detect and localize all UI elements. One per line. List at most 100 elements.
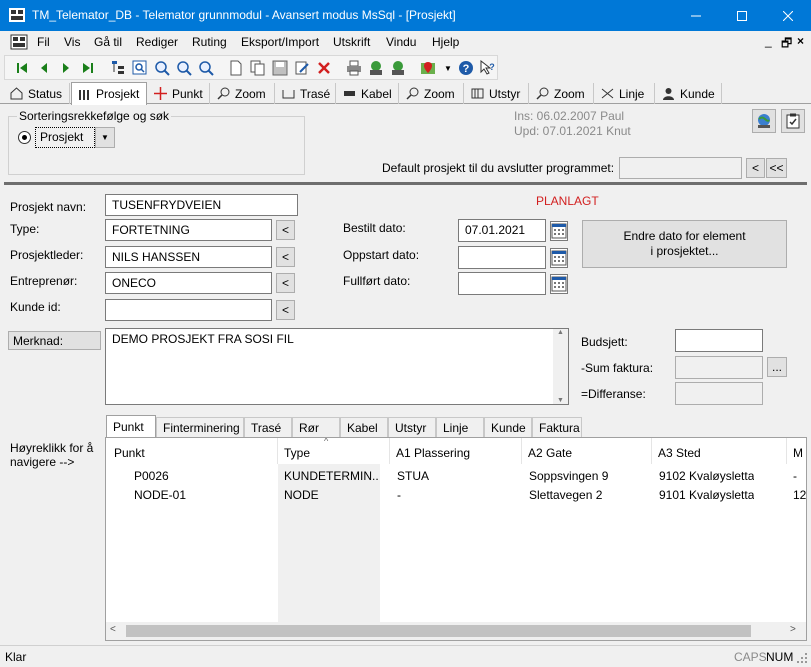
grid-scroll-thumb[interactable]: [126, 625, 751, 637]
row2-type[interactable]: NODE: [284, 488, 378, 502]
column-header-a2[interactable]: A2 Gate: [522, 438, 652, 464]
remark-button[interactable]: Merknad:: [8, 331, 101, 350]
report-button[interactable]: [367, 59, 385, 77]
column-header-type[interactable]: Type: [278, 438, 390, 464]
leader-field[interactable]: NILS HANSSEN: [105, 246, 272, 268]
remark-scrollbar[interactable]: ▲ ▼: [553, 329, 568, 404]
tab-zoom-punkt[interactable]: Zoom: [211, 83, 275, 104]
last-record-button[interactable]: [79, 59, 97, 77]
map-dropdown-button[interactable]: ▼: [439, 59, 457, 77]
data-tab-trase[interactable]: Trasé: [244, 417, 292, 437]
tab-utstyr[interactable]: Utstyr: [465, 83, 529, 104]
menu-rediger[interactable]: Rediger: [136, 35, 178, 49]
zoom-in-button[interactable]: [153, 59, 171, 77]
data-tab-kabel[interactable]: Kabel: [340, 417, 388, 437]
map-button[interactable]: [419, 59, 437, 77]
column-header-punkt[interactable]: Punkt: [108, 438, 278, 464]
ordered-date-field[interactable]: 07.01.2021: [458, 219, 546, 242]
sort-dropdown-button[interactable]: ▼: [95, 127, 115, 148]
zoom-button[interactable]: [175, 59, 193, 77]
row2-a2[interactable]: Slettavegen 2: [529, 488, 602, 502]
row2-a1[interactable]: -: [397, 488, 401, 502]
start-date-field[interactable]: [458, 246, 546, 269]
customer-lookup-button[interactable]: <: [276, 300, 295, 320]
row2-punkt[interactable]: NODE-01: [134, 488, 186, 502]
type-lookup-button[interactable]: <: [276, 220, 295, 240]
tab-status[interactable]: Status: [4, 83, 70, 104]
save-button[interactable]: [271, 59, 289, 77]
tab-prosjekt[interactable]: Prosjekt: [71, 82, 147, 105]
previous-record-button[interactable]: [35, 59, 53, 77]
scroll-right-icon[interactable]: >: [790, 624, 796, 635]
mdi-close-button[interactable]: ×: [797, 34, 804, 48]
column-header-a1[interactable]: A1 Plassering: [390, 438, 522, 464]
data-tab-faktura[interactable]: Faktura: [532, 417, 582, 437]
start-date-calendar-button[interactable]: [550, 248, 568, 268]
row1-punkt[interactable]: P0026: [134, 469, 169, 483]
grid-horizontal-scrollbar[interactable]: < >: [106, 622, 806, 640]
column-header-m[interactable]: M: [787, 438, 806, 464]
column-header-a3[interactable]: A3 Sted: [652, 438, 787, 464]
contractor-lookup-button[interactable]: <: [276, 273, 295, 293]
menu-vindu[interactable]: Vindu: [386, 35, 416, 49]
menu-hjelp[interactable]: Hjelp: [432, 35, 459, 49]
type-field[interactable]: FORTETNING: [105, 219, 272, 241]
customer-id-field[interactable]: [105, 299, 272, 321]
edit-button[interactable]: [293, 59, 311, 77]
mdi-minimize-button[interactable]: _: [765, 34, 772, 48]
row1-a2[interactable]: Soppsvingen 9: [529, 469, 608, 483]
default-project-first-button[interactable]: <<: [766, 158, 787, 178]
data-tab-finterminering[interactable]: Finterminering: [156, 417, 244, 437]
data-tab-utstyr[interactable]: Utstyr: [388, 417, 436, 437]
menu-vis[interactable]: Vis: [64, 35, 80, 49]
tab-zoom-utstyr[interactable]: Zoom: [530, 83, 594, 104]
sort-radio-prosjekt[interactable]: [18, 131, 31, 144]
tab-kabel[interactable]: Kabel: [337, 83, 399, 104]
checklist-button[interactable]: [781, 109, 805, 133]
change-element-date-button[interactable]: Endre dato for element i prosjektet...: [582, 220, 787, 268]
help-button[interactable]: ?: [457, 59, 475, 77]
row1-type[interactable]: KUNDETERMIN...: [284, 469, 378, 483]
tab-linje[interactable]: Linje: [595, 83, 655, 104]
done-date-calendar-button[interactable]: [550, 274, 568, 294]
tab-trase[interactable]: Trasé: [276, 83, 336, 104]
zoom-out-button[interactable]: [197, 59, 215, 77]
tab-zoom-kabel[interactable]: Zoom: [400, 83, 464, 104]
row1-m[interactable]: -: [793, 469, 797, 483]
data-tab-punkt[interactable]: Punkt: [106, 415, 156, 438]
data-tab-linje[interactable]: Linje: [436, 417, 484, 437]
report-2-button[interactable]: [389, 59, 407, 77]
document-menu-icon[interactable]: [10, 34, 28, 50]
done-date-field[interactable]: [458, 272, 546, 295]
menu-ruting[interactable]: Ruting: [192, 35, 227, 49]
row1-a3[interactable]: 9102 Kvaløysletta: [659, 469, 754, 483]
maximize-button[interactable]: [719, 0, 765, 31]
default-project-prev-button[interactable]: <: [746, 158, 765, 178]
minimize-button[interactable]: [673, 0, 719, 31]
data-tab-ror[interactable]: Rør: [292, 417, 340, 437]
new-button[interactable]: [227, 59, 245, 77]
context-help-button[interactable]: ?: [479, 59, 497, 77]
resize-grip-icon[interactable]: [796, 652, 808, 664]
invoice-details-button[interactable]: ...: [767, 357, 787, 377]
first-record-button[interactable]: [13, 59, 31, 77]
copy-button[interactable]: [249, 59, 267, 77]
project-name-field[interactable]: TUSENFRYDVEIEN: [105, 194, 298, 216]
leader-lookup-button[interactable]: <: [276, 247, 295, 267]
row2-a3[interactable]: 9101 Kvaløysletta: [659, 488, 754, 502]
menu-ga-til[interactable]: Gå til: [94, 35, 122, 49]
search-button[interactable]: [131, 59, 149, 77]
print-button[interactable]: [345, 59, 363, 77]
menu-utskrift[interactable]: Utskrift: [333, 35, 370, 49]
data-tab-kunde[interactable]: Kunde: [484, 417, 532, 437]
tab-punkt[interactable]: Punkt: [148, 83, 210, 104]
mdi-restore-button[interactable]: 🗗: [781, 34, 792, 55]
tab-kunde[interactable]: Kunde: [656, 83, 722, 104]
menu-eksport-import[interactable]: Eksport/Import: [241, 35, 319, 49]
tree-view-button[interactable]: [109, 59, 127, 77]
web-button[interactable]: [752, 109, 776, 133]
row2-m[interactable]: 12: [793, 488, 806, 502]
sort-option-prosjekt[interactable]: Prosjekt: [35, 127, 95, 148]
contractor-field[interactable]: ONECO: [105, 272, 272, 294]
next-record-button[interactable]: [57, 59, 75, 77]
